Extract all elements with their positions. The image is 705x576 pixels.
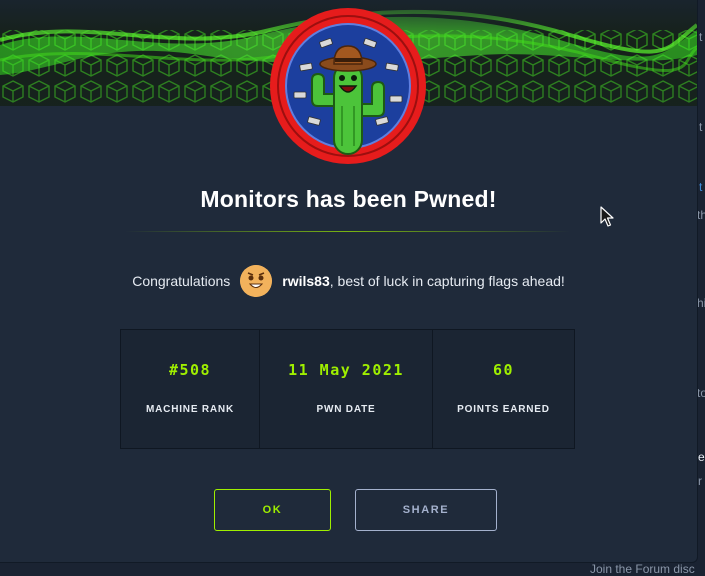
background-text: t [699,180,703,194]
background-text: to [697,386,705,400]
stat-value: 60 [492,361,515,379]
congrats-suffix: , best of luck in capturing flags ahead! [329,273,565,289]
congrats-message: Congratulations rwils83 , best of luck i… [0,265,697,297]
user-avatar-icon[interactable] [240,265,273,297]
emoji-face-icon [240,265,273,297]
background-text: t [699,120,703,134]
stat-pwn-date: 11 May 2021 PWN DATE [260,330,433,448]
stat-label: MACHINE RANK [146,404,234,415]
cactus-cowboy-badge [268,6,428,166]
stat-label: POINTS EARNED [457,404,550,415]
username-link[interactable]: rwils83 [282,273,329,289]
stat-label: PWN DATE [316,404,376,415]
background-text: th [697,208,705,222]
share-button[interactable]: SHARE [355,489,497,531]
ok-button[interactable]: OK [214,489,331,531]
stats-panel: #508 MACHINE RANK 11 May 2021 PWN DATE 6… [120,329,575,449]
stat-machine-rank: #508 MACHINE RANK [121,330,260,448]
stat-value: #508 [168,361,212,379]
machine-badge-icon [270,8,426,164]
background-text: e [698,450,705,464]
background-text: Join the Forum disc [590,562,695,576]
modal-title: Monitors has been Pwned! [200,186,497,212]
background-text: hi [697,296,705,310]
pwned-modal: Monitors has been Pwned! Congratulations… [0,0,698,563]
title-divider [125,231,570,232]
congrats-prefix: Congratulations [132,273,231,289]
background-text: r [698,474,702,488]
mouse-cursor-icon [600,206,614,227]
stat-points-earned: 60 POINTS EARNED [433,330,574,448]
stat-value: 11 May 2021 [288,361,404,379]
background-text: t [699,30,703,44]
